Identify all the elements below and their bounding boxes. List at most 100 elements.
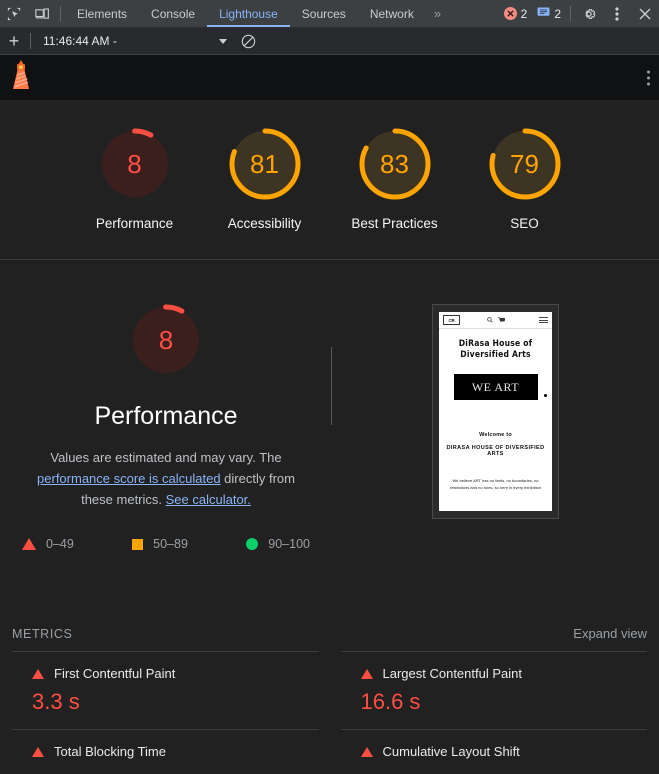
device-toolbar-icon [34, 7, 49, 19]
preview-navbar: CR [439, 312, 552, 329]
clear-icon [241, 34, 255, 48]
section-divider [331, 347, 332, 425]
page-screenshot: CR DiRasa House of Diversified Arts WE A… [439, 312, 552, 511]
triangle-red-icon [32, 746, 44, 757]
error-badge[interactable]: 2 [499, 0, 533, 27]
tab-label: Sources [301, 6, 346, 21]
expand-view-button[interactable]: Expand view [573, 626, 647, 641]
metric-first-contentful-paint[interactable]: First Contentful Paint 3.3 s [12, 651, 319, 729]
desc-text-1: Values are estimated and may vary. The [50, 450, 282, 465]
see-calculator-link[interactable]: See calculator. [166, 492, 251, 507]
phone-frame: CR DiRasa House of Diversified Arts WE A… [432, 304, 559, 519]
metrics-header: METRICS Expand view [0, 626, 659, 641]
error-count: 2 [520, 6, 528, 21]
preview-logo: CR [443, 315, 460, 325]
metric-row: First Contentful Paint [32, 666, 319, 681]
metric-total-blocking-time[interactable]: Total Blocking Time [12, 729, 319, 774]
preview-welcome: Welcome to [479, 432, 512, 438]
run-selector[interactable]: 11:46:44 AM - [35, 34, 235, 48]
report-menu-button[interactable] [647, 70, 650, 85]
tab-elements[interactable]: Elements [65, 0, 139, 27]
tab-sources[interactable]: Sources [290, 0, 358, 27]
square-orange-icon [132, 538, 144, 550]
metric-cumulative-layout-shift[interactable]: Cumulative Layout Shift [340, 729, 647, 774]
legend-item-fail: 0–49 [22, 537, 74, 551]
tab-label: Elements [77, 6, 128, 21]
clear-all-button[interactable] [235, 28, 261, 54]
gauge-label: Best Practices [351, 216, 438, 231]
devtools-tabbar: Elements Console Lighthouse Sources Netw… [0, 0, 659, 28]
error-icon [503, 7, 517, 20]
gauge-label: SEO [510, 216, 539, 231]
triangle-red-icon [360, 668, 373, 679]
toolbar-divider-2 [570, 6, 571, 21]
preview-body-text: We believe ART has no limits, no boundar… [449, 478, 542, 490]
gauge-ring: 8 [95, 124, 175, 204]
message-count: 2 [554, 6, 561, 21]
legend-item-pass: 90–100 [246, 537, 310, 551]
toolbar-divider [60, 6, 61, 21]
devtools-menu-button[interactable] [603, 0, 631, 27]
gauge-value: 81 [250, 148, 279, 179]
tab-label: Console [151, 6, 196, 21]
settings-button[interactable] [575, 0, 603, 27]
legend-range: 0–49 [46, 537, 74, 551]
inspect-element-icon [7, 7, 21, 20]
legend-range: 50–89 [153, 537, 188, 551]
triangle-red-icon [360, 746, 373, 757]
preview-hero-banner: WE ART [453, 374, 547, 400]
gauge-label: Accessibility [227, 216, 302, 231]
gauge-ring: 81 [225, 124, 305, 204]
preview-site-title: DiRasa House of Diversified Arts [458, 339, 533, 360]
performance-title: Performance [94, 402, 238, 430]
performance-score-value: 8 [158, 324, 174, 355]
toolbar-divider-3 [30, 33, 31, 49]
gauge-seo[interactable]: 79 SEO [475, 124, 575, 245]
screenshot-preview-area: CR DiRasa House of Diversified Arts WE A… [332, 300, 659, 620]
message-badge[interactable]: 2 [532, 0, 566, 27]
circle-green-icon [246, 538, 259, 550]
preview-hero-text: WE ART [471, 379, 520, 394]
metric-name: Cumulative Layout Shift [382, 744, 520, 759]
metric-name: Largest Contentful Paint [382, 666, 522, 681]
metric-row: Largest Contentful Paint [360, 666, 648, 681]
gauge-value: 79 [510, 148, 539, 179]
more-tabs-button[interactable]: » [426, 0, 449, 27]
gear-icon [585, 8, 596, 19]
tab-label: Lighthouse [219, 6, 278, 21]
new-audit-button[interactable]: + [0, 28, 28, 54]
metric-name: Total Blocking Time [54, 744, 166, 759]
run-selector-value: 11:46:44 AM - [43, 34, 117, 48]
device-toolbar-button[interactable] [28, 0, 56, 27]
lighthouse-toolbar: + 11:46:44 AM - [0, 28, 659, 55]
hamburger-icon [539, 317, 548, 323]
inspect-element-button[interactable] [0, 0, 28, 27]
message-icon [537, 5, 550, 23]
gauge-best-practices[interactable]: 83 Best Practices [345, 124, 445, 245]
gauge-value: 8 [127, 148, 142, 179]
legend-range: 90–100 [268, 537, 310, 551]
kebab-menu-icon [615, 6, 619, 21]
kebab-dot [647, 70, 650, 73]
lighthouse-logo-icon [10, 60, 32, 95]
metrics-grid: First Contentful Paint 3.3 s Largest Con… [0, 651, 659, 774]
gauge-ring: 79 [485, 124, 565, 204]
metric-value: 3.3 s [32, 689, 80, 714]
gauge-label: Performance [95, 216, 174, 231]
triangle-red-icon [32, 668, 44, 679]
metric-row: Total Blocking Time [32, 744, 319, 759]
tab-console[interactable]: Console [139, 0, 207, 27]
metric-value: 16.6 s [360, 689, 421, 714]
close-devtools-button[interactable] [631, 0, 659, 27]
score-calculated-link[interactable]: performance score is calculated [37, 471, 221, 486]
triangle-red-icon [22, 538, 36, 550]
metric-largest-contentful-paint[interactable]: Largest Contentful Paint 16.6 s [340, 651, 648, 729]
performance-gauge: 8 [126, 300, 206, 380]
gauge-accessibility[interactable]: 81 Accessibility [215, 124, 315, 245]
report-header [0, 55, 659, 100]
tab-network[interactable]: Network [358, 0, 426, 27]
tab-lighthouse[interactable]: Lighthouse [207, 0, 290, 27]
gauge-performance[interactable]: 8 Performance [85, 124, 185, 245]
gauge-value: 83 [380, 148, 409, 179]
